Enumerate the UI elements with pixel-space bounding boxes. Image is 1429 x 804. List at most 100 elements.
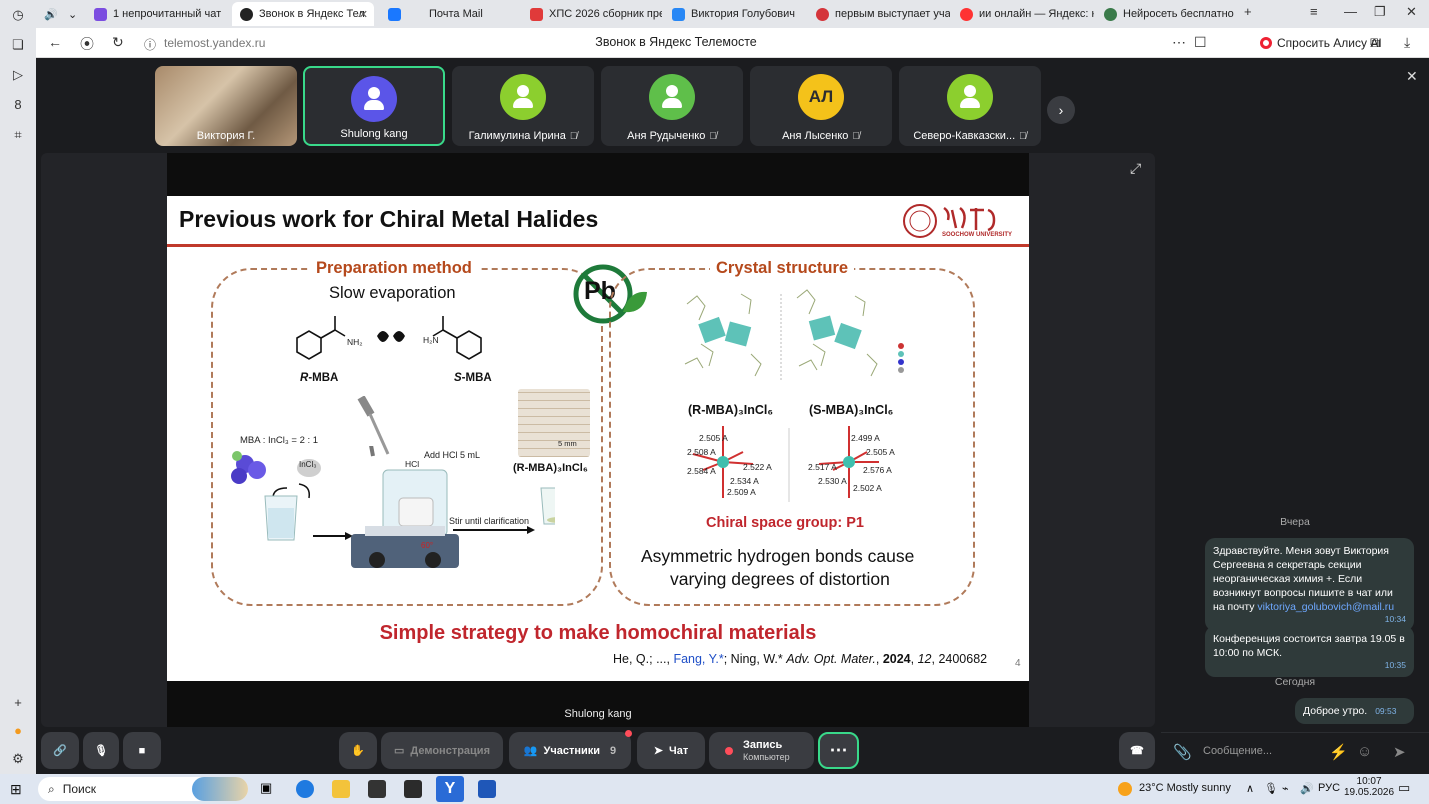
s-label: S: [454, 372, 462, 384]
hand-icon: ✋: [351, 745, 365, 757]
participant-name: Shulong kang: [340, 128, 408, 140]
close-icon[interactable]: ✕: [359, 8, 368, 21]
edge-icon[interactable]: [296, 780, 314, 798]
scale-label: 5 mm: [558, 439, 577, 448]
bookmark-icon[interactable]: ☐: [1194, 34, 1207, 51]
raise-hand-button[interactable]: ✋: [339, 732, 377, 769]
attach-icon[interactable]: 📎: [1173, 743, 1192, 761]
windows-start-icon[interactable]: ⊞: [10, 781, 28, 799]
emoji-icon[interactable]: ☺: [1357, 743, 1372, 760]
explorer-icon[interactable]: [332, 780, 350, 798]
history-icon[interactable]: ◷: [9, 6, 27, 24]
tab-1[interactable]: 1 непрочитанный чат: [86, 2, 226, 26]
slide-page-number: 4: [1015, 658, 1021, 669]
ai-icon[interactable]: ⚡: [1329, 743, 1348, 761]
network-icon[interactable]: ⌁: [1282, 782, 1289, 795]
add-icon[interactable]: +: [9, 694, 27, 712]
chat-button[interactable]: ➤ Чат: [637, 732, 705, 769]
more-options-button[interactable]: ⋯: [818, 732, 859, 769]
menu-icon[interactable]: ≡: [1310, 4, 1318, 19]
volume-icon[interactable]: 🔊: [1300, 782, 1314, 795]
notifications-icon[interactable]: ▭: [1398, 780, 1410, 796]
tab-mail[interactable]: Почта Mail: [380, 2, 520, 26]
r-bond: 2.505 A: [699, 433, 728, 443]
citation: He, Q.; ..., Fang, Y.*; Ning, W.* Adv. O…: [613, 652, 988, 666]
participant-tile-6[interactable]: Северо-Кавказски... 🎙̸: [899, 66, 1041, 146]
app-icon[interactable]: ●: [9, 722, 27, 740]
mic-tray-icon[interactable]: 🎙: [1264, 782, 1278, 795]
tab-vk[interactable]: Виктория Голубович: [664, 2, 804, 26]
weather-text[interactable]: 23°C Mostly sunny: [1139, 782, 1231, 794]
screen-share-button[interactable]: ▭ Демонстрация: [381, 732, 503, 769]
participant-tile-3[interactable]: Галимулина Ирина 🎙̸: [452, 66, 594, 146]
tab-telemost[interactable]: Звонок в Яндекс Тел ✕: [232, 2, 374, 26]
record-button[interactable]: Запись Компьютер: [709, 732, 814, 769]
tab-audio[interactable]: 🔊: [36, 2, 58, 26]
product-formula: (R-MBA)₃InCl₆: [513, 462, 588, 474]
close-chat-icon[interactable]: ✕: [1406, 68, 1418, 85]
participant-tile-5[interactable]: АЛ Аня Лысенко 🎙̸: [750, 66, 892, 146]
message-input[interactable]: Сообщение...: [1203, 745, 1272, 757]
close-window-button[interactable]: ✕: [1406, 4, 1417, 20]
screenshot-icon[interactable]: ⌗: [9, 126, 27, 144]
mail-icon[interactable]: [368, 780, 386, 798]
monitor-icon: ▭: [394, 745, 405, 757]
send-icon[interactable]: ➤: [1393, 743, 1406, 761]
restore-button[interactable]: ❐: [1374, 4, 1386, 20]
tab-4[interactable]: первым выступает учас: [808, 2, 950, 26]
clock[interactable]: 10:07 19.05.2026: [1344, 776, 1394, 798]
send-icon: ➤: [653, 745, 663, 757]
yandex-icon: [960, 7, 973, 21]
crystal-title: Crystal structure: [710, 259, 855, 278]
extensions-icon[interactable]: ⧉: [1370, 34, 1380, 51]
minimize-button[interactable]: —: [1344, 4, 1357, 19]
language-indicator[interactable]: РУС: [1318, 782, 1340, 794]
crystal-structures: [684, 289, 904, 382]
pdf-icon: [530, 7, 543, 21]
task-view-icon[interactable]: ▣: [260, 780, 278, 798]
leave-call-button[interactable]: ☎: [1119, 732, 1155, 769]
more-icon[interactable]: ⋯: [1172, 34, 1186, 51]
participant-tile-4[interactable]: Аня Рудыченко 🎙̸: [601, 66, 743, 146]
email-link[interactable]: viktoriya_golubovich@mail.ru: [1257, 601, 1394, 613]
copy-link-button[interactable]: 🔗: [41, 732, 79, 769]
next-participants-button[interactable]: ›: [1047, 96, 1075, 124]
date-separator: Сегодня: [1274, 676, 1316, 688]
participant-tile-1[interactable]: Виктория Г.: [155, 66, 297, 146]
avatar: [500, 74, 546, 120]
s-bond: 2.505 A: [866, 447, 895, 457]
word-icon[interactable]: [478, 780, 496, 798]
r-formula: (R-MBA)₃InCl₆: [688, 403, 774, 417]
page-title: Звонок в Яндекс Телемосте: [595, 35, 757, 49]
s-bond: 2.576 A: [863, 465, 892, 475]
strategy-text: Simple strategy to make homochiral mater…: [379, 622, 817, 644]
play-icon[interactable]: ▷: [9, 66, 27, 84]
windows-taskbar: ⊞ ⌕ Поиск ▣ Y 23°C Mostly sunny ∧ 🎙 ⌁ 🔊 Р…: [0, 774, 1429, 804]
mic-off-icon: 🎙̸: [569, 131, 578, 142]
tab-pdf[interactable]: ХПС 2026 сборник пред: [522, 2, 662, 26]
download-icon[interactable]: ⤓: [1404, 34, 1410, 51]
participant-tile-2[interactable]: Shulong kang: [303, 66, 445, 146]
ask-alice-button[interactable]: Спросить Алису AI: [1254, 33, 1384, 53]
participants-button[interactable]: 👥 Участники 9: [509, 730, 632, 769]
university-logo: SOOCHOW UNIVERSITY: [900, 202, 1020, 240]
s-bond: 2.517 A: [808, 462, 837, 472]
collections-icon[interactable]: ❏: [9, 36, 27, 54]
speaker-label: Shulong kang: [564, 708, 632, 720]
store-icon[interactable]: [404, 780, 422, 798]
chat-message: Здравствуйте. Меня зовут Виктория Сергее…: [1205, 538, 1414, 631]
chat-message: Конференция состоится завтра 19.05 в 10:…: [1205, 626, 1414, 677]
tab-yandex[interactable]: ии онлайн — Яндекс: на: [952, 2, 1094, 26]
taskbar-search[interactable]: ⌕ Поиск: [38, 777, 248, 801]
tab-list-button[interactable]: ⌄: [60, 2, 82, 26]
camera-button[interactable]: ■: [123, 732, 161, 769]
yandex-browser-icon[interactable]: Y: [436, 776, 464, 802]
fullscreen-icon[interactable]: ⤢: [1130, 160, 1141, 177]
number-icon[interactable]: 8: [9, 96, 27, 114]
microphone-button[interactable]: 🎙: [83, 732, 119, 769]
tray-chevron-icon[interactable]: ∧: [1246, 782, 1254, 795]
settings-icon[interactable]: ⚙: [9, 750, 27, 768]
tab-neuro[interactable]: Нейросеть бесплатно 2: [1096, 2, 1236, 26]
new-tab-button[interactable]: +: [1244, 4, 1252, 19]
speaker-icon: 🔊: [44, 8, 58, 21]
